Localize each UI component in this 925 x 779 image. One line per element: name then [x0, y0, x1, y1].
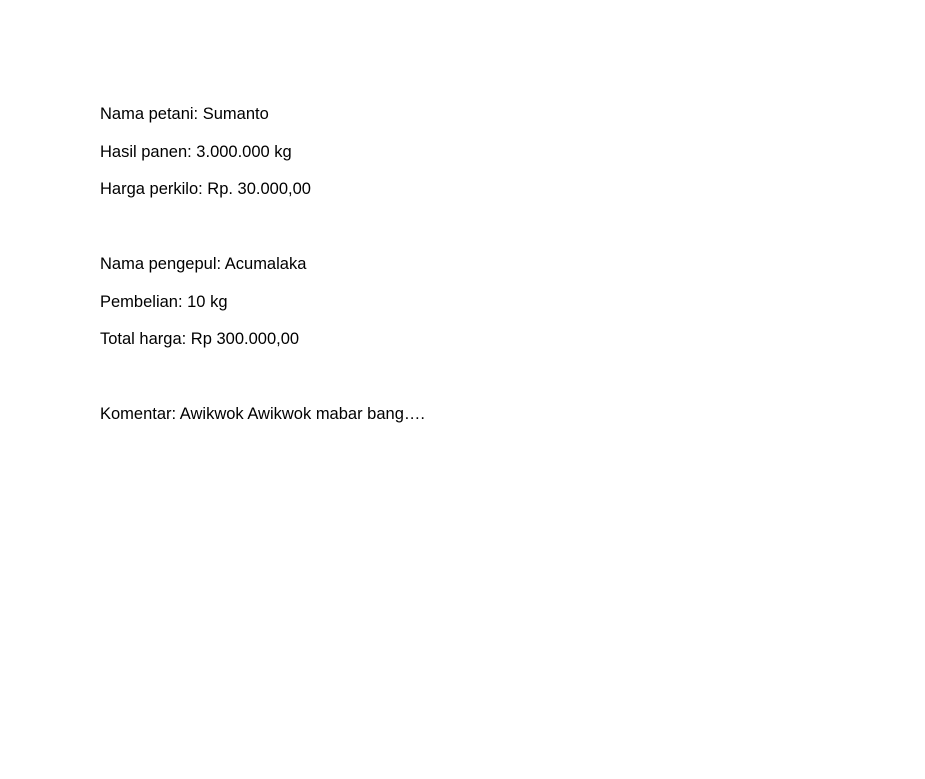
- document-page: Nama petani: Sumanto Hasil panen: 3.000.…: [100, 103, 860, 441]
- purchase-amount: Pembelian: 10 kg: [100, 292, 228, 311]
- collector-name: Nama pengepul: Acumalaka: [100, 255, 307, 273]
- total-price: Total harga: Rp 300.000,00: [100, 330, 300, 348]
- comment: Komentar: Awikwok Awikwok mabar bang….: [100, 405, 425, 423]
- price-per-kilo: Harga perkilo: Rp. 30.000,00: [100, 180, 311, 198]
- harvest-yield: Hasil panen: 3.000.000 kg: [100, 142, 292, 161]
- farmer-name: Nama petani: Sumanto: [100, 105, 269, 123]
